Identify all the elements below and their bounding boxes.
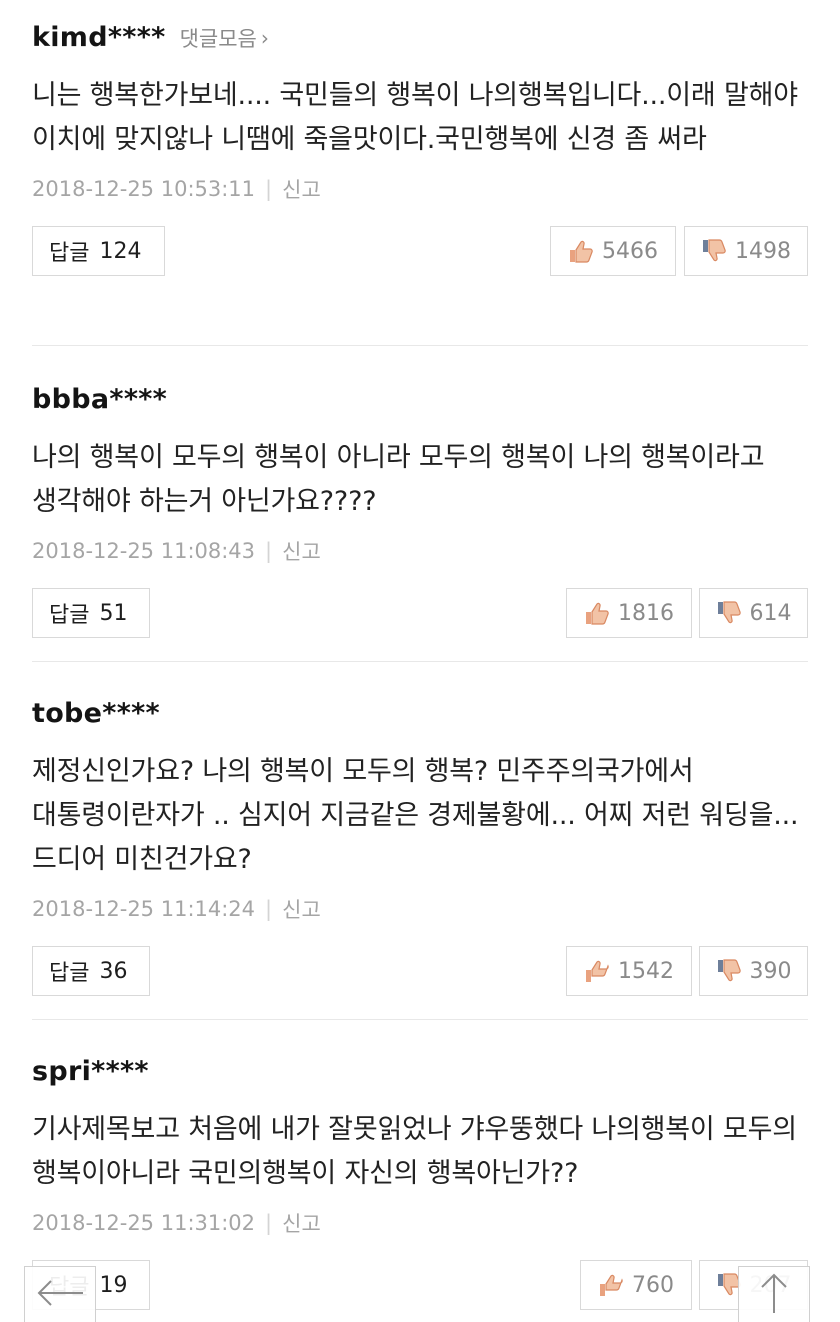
- reply-label: 답글: [49, 603, 90, 628]
- dislike-count: 390: [749, 958, 792, 984]
- back-button[interactable]: [24, 1266, 96, 1322]
- thumbs-down-icon: [716, 959, 742, 983]
- comment-header: kimd**** 댓글모음 ›: [32, 22, 808, 62]
- comment-username[interactable]: spri****: [32, 1056, 149, 1087]
- comment-timestamp: 2018-12-25 11:08:43: [32, 539, 256, 563]
- like-count: 1816: [618, 600, 674, 626]
- like-count: 760: [632, 1272, 674, 1298]
- like-button[interactable]: 1542: [566, 946, 692, 996]
- reply-label: 답글: [49, 241, 90, 266]
- reply-button[interactable]: 답글 51: [32, 588, 150, 638]
- chevron-right-icon: ›: [260, 26, 269, 50]
- report-link[interactable]: 신고: [282, 894, 321, 924]
- comment-username[interactable]: bbba****: [32, 384, 167, 415]
- dislike-count: 1498: [735, 238, 791, 264]
- meta-separator: |: [265, 177, 273, 201]
- like-button[interactable]: 1816: [566, 588, 692, 638]
- dislike-button[interactable]: 390: [699, 946, 808, 996]
- comment-text: 제정신인가요? 나의 행복이 모두의 행복? 민주주의국가에서 대통령이란자가 …: [32, 756, 799, 875]
- comment-meta: 2018-12-25 10:53:11 | 신고: [32, 174, 808, 204]
- report-link[interactable]: 신고: [282, 174, 321, 204]
- reply-count: 124: [99, 238, 142, 264]
- arrow-up-icon: [757, 1271, 791, 1319]
- comment-collect-label: 댓글모음: [179, 27, 257, 51]
- comment-item: bbba**** 나의 행복이 모두의 행복이 아니라 모두의 행복이 나의 행…: [32, 384, 808, 638]
- thumbs-up-icon: [584, 601, 610, 625]
- dislike-count: 614: [749, 600, 792, 626]
- reply-button[interactable]: 답글 124: [32, 226, 165, 276]
- comment-meta: 2018-12-25 11:08:43 | 신고: [32, 536, 808, 566]
- comment-timestamp: 2018-12-25 10:53:11: [32, 177, 256, 201]
- like-count: 1542: [618, 958, 674, 984]
- reply-label: 답글: [49, 961, 90, 986]
- reply-count: 19: [99, 1272, 128, 1298]
- comment-actions: 답글 19 760 207: [32, 1260, 808, 1310]
- thumbs-up-icon: [568, 239, 594, 263]
- comment-collect-link[interactable]: 댓글모음 ›: [180, 23, 269, 53]
- like-button[interactable]: 5466: [550, 226, 676, 276]
- dislike-button[interactable]: 614: [699, 588, 808, 638]
- comment-meta: 2018-12-25 11:14:24 | 신고: [32, 894, 808, 924]
- comment-divider: [32, 661, 808, 662]
- thumbs-up-icon: [584, 959, 610, 983]
- comment-timestamp: 2018-12-25 11:14:24: [32, 897, 256, 921]
- like-count: 5466: [602, 238, 658, 264]
- scroll-top-button[interactable]: [738, 1266, 810, 1322]
- comment-header: spri****: [32, 1056, 808, 1096]
- comment-timestamp: 2018-12-25 11:31:02: [32, 1211, 256, 1235]
- comment-item: spri**** 기사제목보고 처음에 내가 잘못읽었나 갸우뚱했다 나의행복이…: [32, 1056, 808, 1310]
- report-link[interactable]: 신고: [282, 536, 321, 566]
- reply-button[interactable]: 답글 36: [32, 946, 150, 996]
- comment-divider: [32, 1019, 808, 1020]
- report-link[interactable]: 신고: [282, 1208, 321, 1238]
- comment-divider: [32, 345, 808, 346]
- arrow-left-icon: [35, 1278, 85, 1312]
- reply-count: 51: [99, 600, 128, 626]
- comment-item: kimd**** 댓글모음 › 니는 행복한가보네.... 국민들의 행복이 나…: [32, 22, 808, 276]
- like-button[interactable]: 760: [580, 1260, 692, 1310]
- meta-separator: |: [265, 1211, 273, 1235]
- thumbs-down-icon: [701, 239, 727, 263]
- comment-actions: 답글 36 1542 390: [32, 946, 808, 996]
- meta-separator: |: [265, 539, 273, 563]
- comment-text: 기사제목보고 처음에 내가 잘못읽었나 갸우뚱했다 나의행복이 모두의 행복이아…: [32, 1114, 797, 1189]
- comment-text: 나의 행복이 모두의 행복이 아니라 모두의 행복이 나의 행복이라고 생각해야…: [32, 442, 765, 517]
- comment-header: tobe****: [32, 698, 808, 738]
- thumbs-up-icon: [598, 1273, 624, 1297]
- comment-username[interactable]: kimd****: [32, 22, 166, 53]
- reply-count: 36: [99, 958, 128, 984]
- dislike-button[interactable]: 1498: [684, 226, 808, 276]
- comment-meta: 2018-12-25 11:31:02 | 신고: [32, 1208, 808, 1238]
- meta-separator: |: [265, 897, 273, 921]
- thumbs-down-icon: [716, 601, 742, 625]
- comment-header: bbba****: [32, 384, 808, 424]
- comment-username[interactable]: tobe****: [32, 698, 160, 729]
- comment-actions: 답글 51 1816 614: [32, 588, 808, 638]
- comment-actions: 답글 124 5466 1498: [32, 226, 808, 276]
- comment-item: tobe**** 제정신인가요? 나의 행복이 모두의 행복? 민주주의국가에서…: [32, 698, 808, 996]
- comment-text: 니는 행복한가보네.... 국민들의 행복이 나의행복입니다...이래 말해야 …: [32, 80, 798, 155]
